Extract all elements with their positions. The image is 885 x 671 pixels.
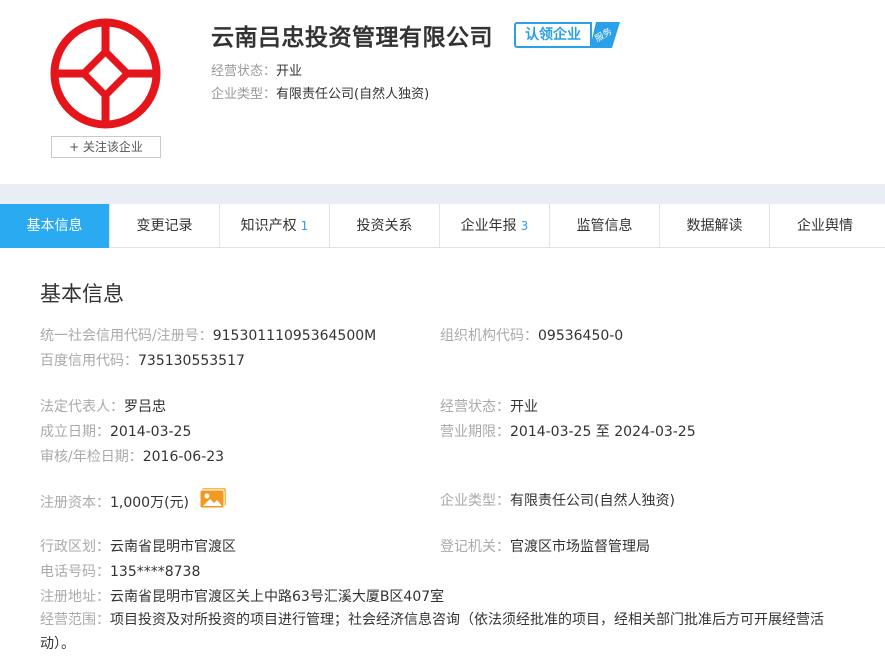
tab-public-opinion[interactable]: 企业舆情 [770, 204, 880, 248]
field-value: 135****8738 [110, 564, 201, 580]
company-name: 云南吕忠投资管理有限公司 [211, 25, 493, 51]
capital-field: 注册资本：1,000万(元) [40, 487, 227, 516]
claim-label: 认领企业 [514, 22, 592, 48]
header-type-value: 有限责任公司(自然人独资) [276, 87, 430, 102]
field-value: 云南省昆明市官渡区关上中路63号汇溪大厦B区407室 [110, 589, 445, 605]
tab-label: 数据解读 [686, 218, 743, 234]
field-label: 企业类型： [440, 493, 510, 509]
company-header: + 关注该企业 云南吕忠投资管理有限公司 认领企业 服务 经营状态：开业 企业类… [0, 0, 885, 184]
address-field: 注册地址：云南省昆明市官渡区关上中路63号汇溪大厦B区407室 [40, 586, 444, 606]
field-value: 开业 [510, 399, 538, 415]
section-title: 基本信息 [40, 282, 124, 306]
credit-code-field: 统一社会信用代码/注册号：91530111095364500M [40, 325, 376, 345]
tab-label: 监管信息 [576, 218, 633, 234]
tab-change-records[interactable]: 变更记录 [110, 204, 220, 248]
field-value: 罗吕忠 [124, 399, 166, 415]
audit-date-field: 审核/年检日期：2016-06-23 [40, 446, 224, 466]
field-label: 成立日期： [40, 424, 110, 440]
status-field: 经营状态：开业 [440, 396, 538, 416]
image-icon[interactable] [199, 487, 227, 513]
tab-label: 知识产权 [240, 218, 297, 234]
field-value: 官渡区市场监督管理局 [510, 539, 650, 555]
district-field: 行政区划：云南省昆明市官渡区 [40, 536, 236, 556]
field-label: 审核/年检日期： [40, 449, 143, 465]
claim-company-badge[interactable]: 认领企业 服务 [514, 22, 622, 48]
field-value: 09536450-0 [538, 328, 624, 344]
field-value: 有限责任公司(自然人独资) [510, 493, 675, 509]
field-value: 2014-03-25 [110, 424, 192, 440]
field-value: 项目投资及对所投资的项目进行管理；社会经济信息咨询（依法须经批准的项目，经相关部… [40, 612, 824, 652]
field-label: 注册地址： [40, 589, 110, 605]
field-label: 百度信用代码： [40, 353, 138, 369]
tab-label: 企业舆情 [797, 218, 853, 234]
field-label: 注册资本： [40, 495, 110, 511]
tab-intellectual-property[interactable]: 知识产权 1 [220, 204, 330, 248]
field-label: 统一社会信用代码/注册号： [40, 328, 213, 344]
company-type-field: 企业类型：有限责任公司(自然人独资) [440, 490, 675, 510]
field-label: 经营范围： [40, 612, 110, 628]
field-value: 云南省昆明市官渡区 [110, 539, 236, 555]
tab-investment[interactable]: 投资关系 [330, 204, 440, 248]
header-status-row: 经营状态：开业 [211, 60, 302, 79]
field-value: 2014-03-25 至 2024-03-25 [510, 424, 696, 440]
header-status-value: 开业 [276, 64, 303, 79]
field-label: 行政区划： [40, 539, 110, 555]
found-date-field: 成立日期：2014-03-25 [40, 421, 191, 441]
tab-annual-report[interactable]: 企业年报 3 [440, 204, 550, 248]
header-status-label: 经营状态： [211, 64, 277, 79]
field-label: 营业期限： [440, 424, 510, 440]
field-value: 91530111095364500M [212, 328, 377, 344]
tab-label: 基本信息 [26, 218, 83, 234]
company-seal-icon [50, 18, 161, 129]
baidu-code-field: 百度信用代码：735130553517 [40, 350, 245, 370]
tab-count: 3 [520, 219, 529, 233]
tab-count: 1 [300, 219, 309, 233]
section-divider-band [0, 184, 885, 204]
header-type-row: 企业类型：有限责任公司(自然人独资) [211, 83, 429, 102]
tab-label: 投资关系 [356, 218, 413, 234]
tab-label: 变更记录 [136, 218, 193, 234]
org-code-field: 组织机构代码：09536450-0 [440, 325, 623, 345]
tab-data-analysis[interactable]: 数据解读 [660, 204, 770, 248]
field-value: 1,000万(元) [110, 495, 190, 511]
tab-basic-info[interactable]: 基本信息 [0, 204, 110, 248]
field-value: 2016-06-23 [142, 449, 225, 465]
tab-label: 企业年报 [460, 218, 517, 234]
tab-regulatory[interactable]: 监管信息 [550, 204, 660, 248]
field-label: 电话号码： [40, 564, 110, 580]
business-term-field: 营业期限：2014-03-25 至 2024-03-25 [440, 421, 696, 441]
business-scope-field: 经营范围：项目投资及对所投资的项目进行管理；社会经济信息咨询（依法须经批准的项目… [40, 608, 840, 656]
field-label: 登记机关： [440, 539, 510, 555]
phone-field: 电话号码：135****8738 [40, 561, 200, 581]
follow-company-button[interactable]: + 关注该企业 [51, 136, 161, 158]
field-label: 法定代表人： [40, 399, 124, 415]
field-label: 经营状态： [440, 399, 510, 415]
legal-rep-field: 法定代表人：罗吕忠 [40, 396, 166, 416]
tab-bar: 基本信息 变更记录 知识产权 1 投资关系 企业年报 3 监管信息 数据解读 企业舆… [0, 204, 885, 248]
registry-field: 登记机关：官渡区市场监督管理局 [440, 536, 650, 556]
field-label: 组织机构代码： [440, 328, 538, 344]
field-value: 735130553517 [138, 353, 245, 369]
header-type-label: 企业类型： [211, 87, 277, 102]
